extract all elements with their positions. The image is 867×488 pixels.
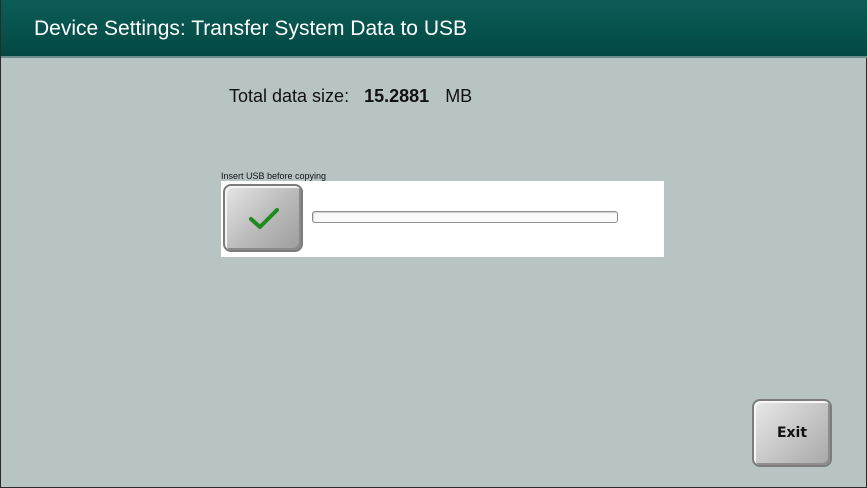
exit-button-label: Exit [776,425,808,441]
usb-transfer-panel [221,181,664,257]
checkmark-icon [249,208,279,229]
total-data-size-unit: MB [445,86,473,106]
total-data-size-label: Total data size: [229,86,350,106]
transfer-screen: Device Settings: Transfer System Data to… [0,0,867,488]
copy-progress-bar [312,211,618,223]
exit-button[interactable]: Exit [752,399,832,467]
start-copy-button[interactable] [223,184,303,252]
usb-instruction: Insert USB before copying [221,171,327,181]
total-data-size: Total data size: 15.2881 MB [229,86,472,107]
title-bar: Device Settings: Transfer System Data to… [1,0,867,58]
window-title: Device Settings: Transfer System Data to… [34,17,468,40]
total-data-size-value: 15.2881 [364,86,430,106]
